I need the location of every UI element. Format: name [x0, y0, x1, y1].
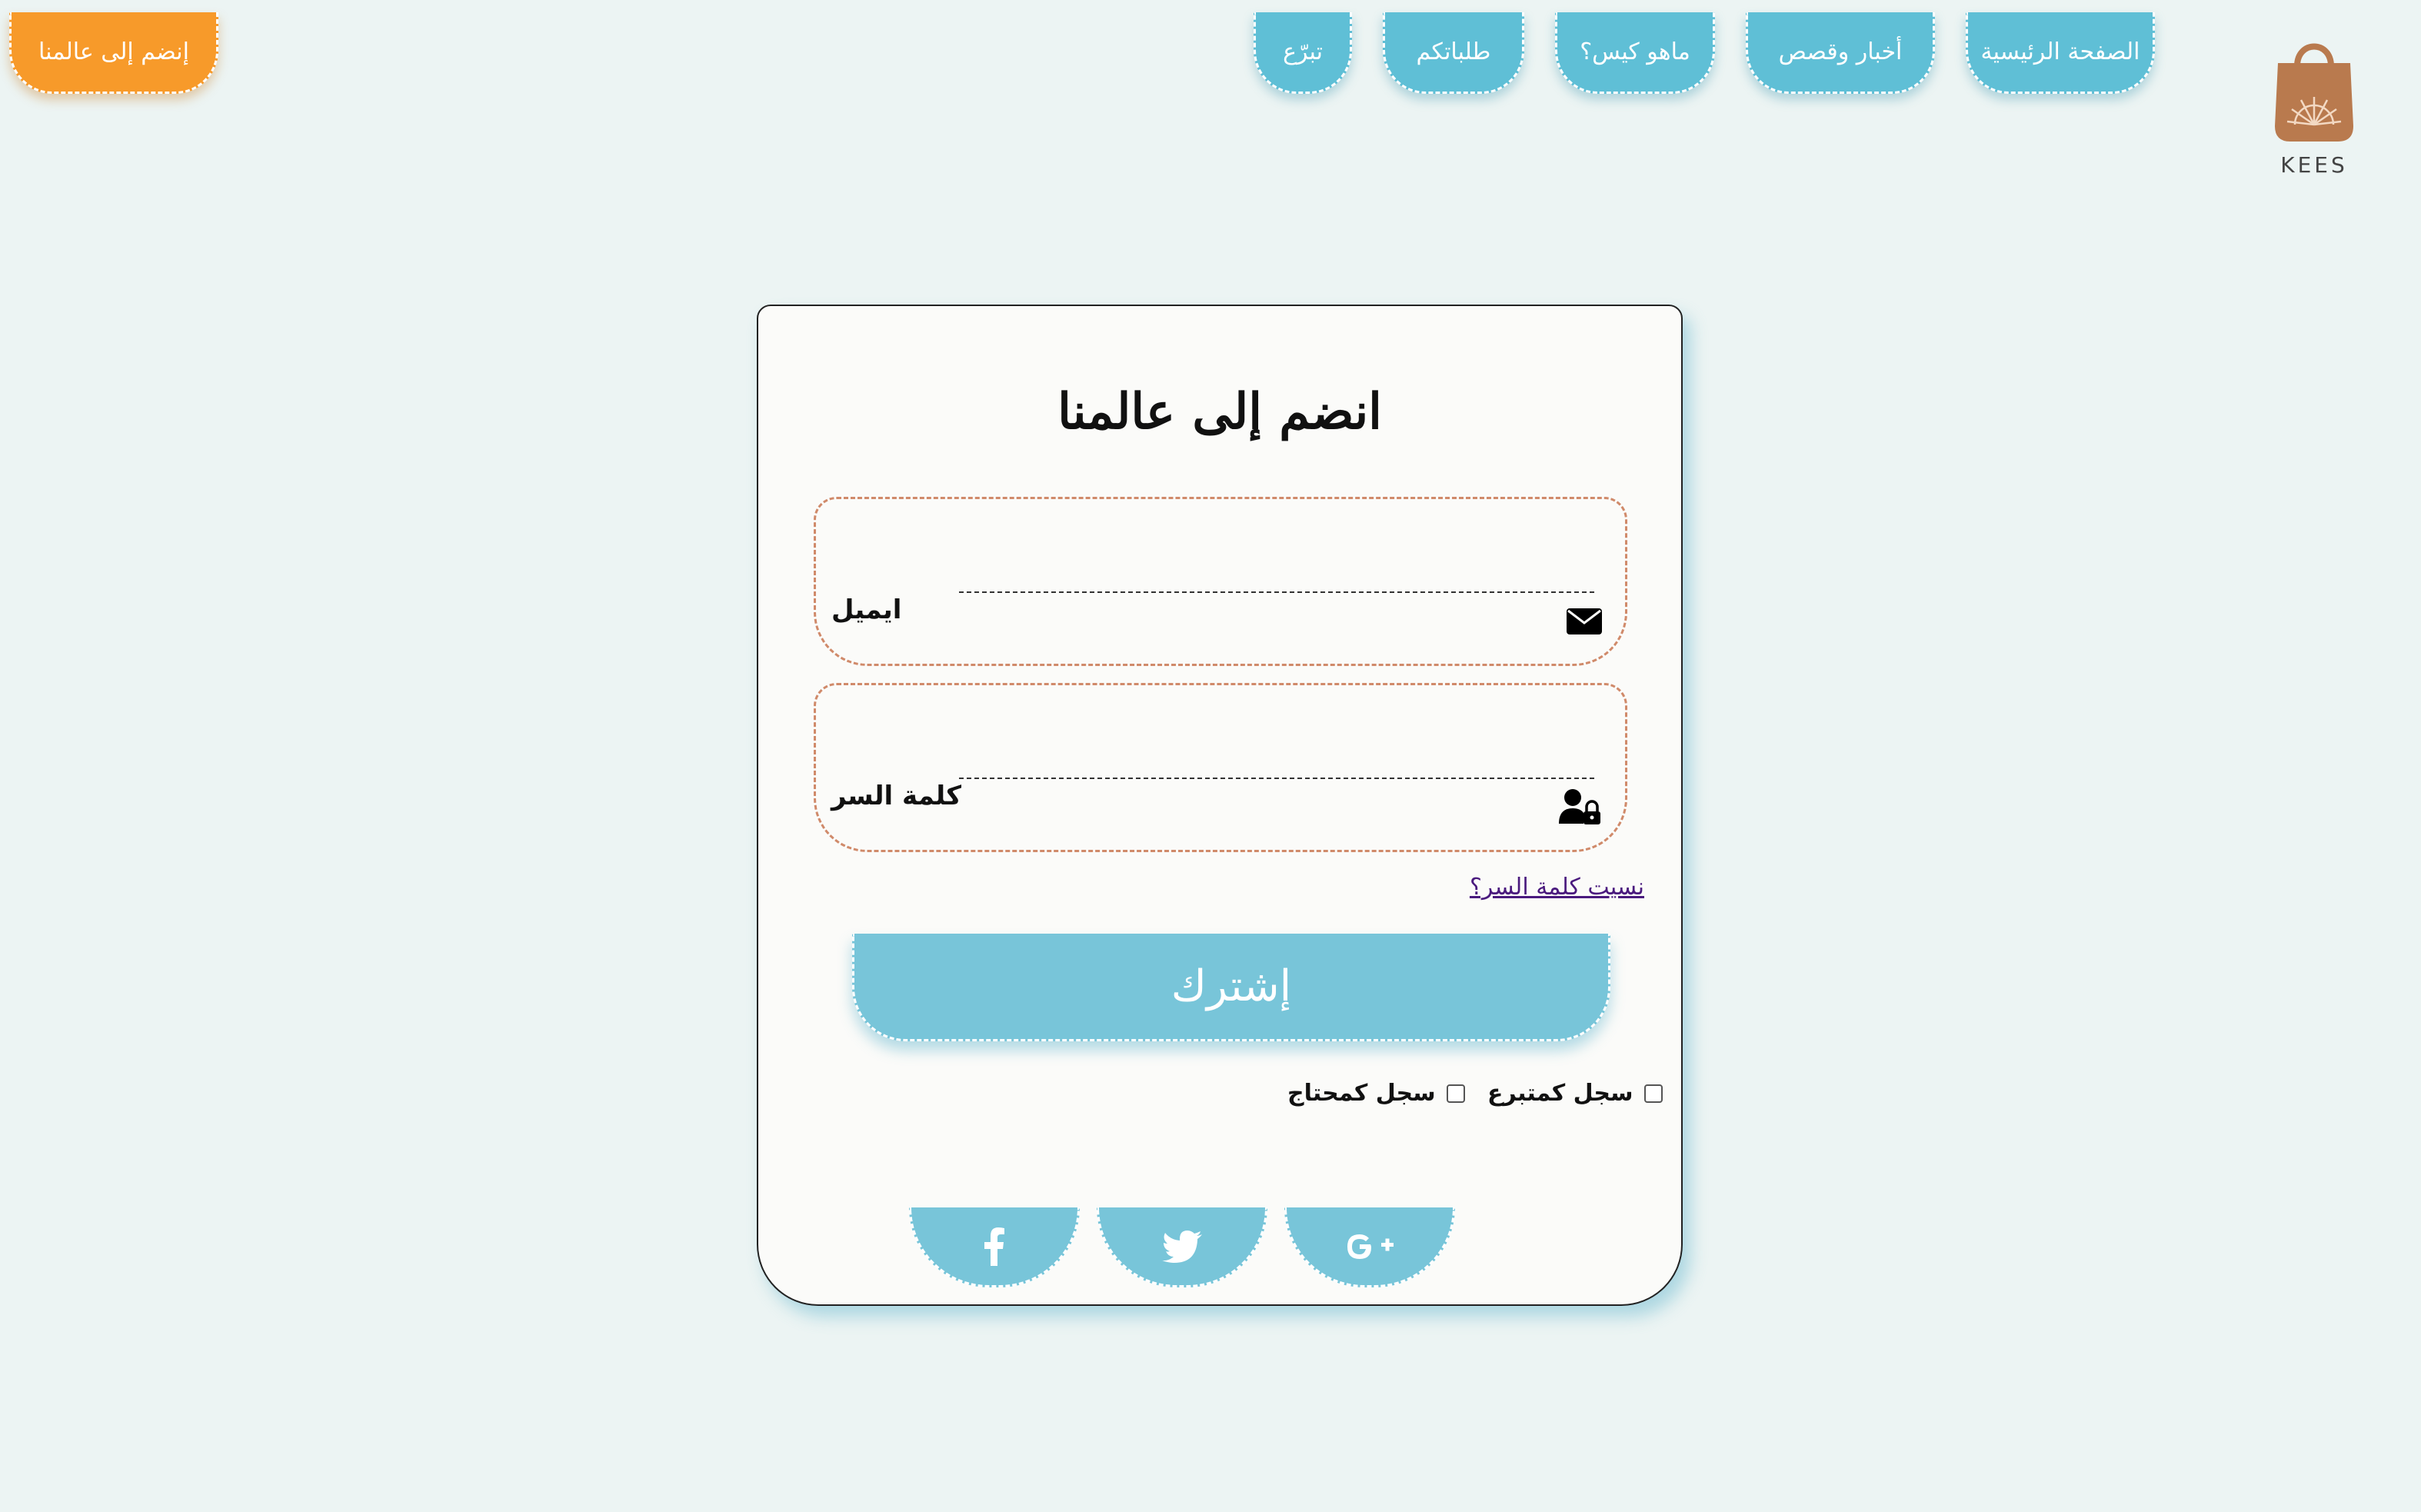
envelope-icon — [1567, 608, 1602, 634]
needy-checkbox[interactable] — [1446, 1084, 1465, 1103]
user-lock-icon — [1559, 789, 1600, 824]
twitter-button[interactable] — [1097, 1207, 1267, 1287]
facebook-icon — [984, 1227, 1004, 1266]
brand-name: KEES — [2280, 152, 2348, 178]
join-button[interactable]: إنضم إلى عالمنا — [9, 12, 218, 94]
page: KEES الصفحة الرئيسية أخبار وقصص ماهو كيس… — [0, 0, 2421, 1512]
facebook-button[interactable] — [909, 1207, 1080, 1287]
email-field: ايميل — [814, 497, 1627, 666]
email-underline — [959, 591, 1594, 593]
donor-checkbox-label: سجل كمتبرع — [1487, 1080, 1633, 1107]
submit-button[interactable]: إشترك — [852, 934, 1610, 1041]
donor-checkbox[interactable] — [1643, 1084, 1663, 1103]
donor-checkbox-row[interactable]: سجل كمتبرع — [1487, 1080, 1663, 1107]
needy-checkbox-row[interactable]: سجل كمحتاج — [1287, 1080, 1465, 1107]
form-title: انضم إلى عالمنا — [1057, 383, 1382, 441]
google-plus-icon — [1347, 1234, 1394, 1259]
email-label: ايميل — [831, 594, 902, 625]
shopping-bag-icon — [2275, 43, 2353, 142]
email-input[interactable] — [959, 538, 1594, 590]
nav-item-home[interactable]: الصفحة الرئيسية — [1966, 12, 2155, 94]
nav-item-donate[interactable]: تبرّع — [1254, 12, 1352, 94]
password-input[interactable] — [959, 724, 1594, 776]
password-underline — [959, 778, 1594, 779]
nav-item-about[interactable]: ماهو كيس؟ — [1555, 12, 1715, 94]
google-plus-button[interactable] — [1284, 1207, 1455, 1287]
forgot-password-link[interactable]: نسيت كلمة السر؟ — [1470, 874, 1644, 901]
password-field: كلمة السر — [814, 683, 1627, 852]
logo[interactable]: KEES — [2266, 34, 2363, 178]
nav-item-news[interactable]: أخبار وقصص — [1746, 12, 1935, 94]
password-label: كلمة السر — [831, 781, 962, 811]
needy-checkbox-label: سجل كمحتاج — [1287, 1080, 1436, 1107]
twitter-icon — [1162, 1230, 1202, 1263]
nav-item-requests[interactable]: طلباتكم — [1383, 12, 1524, 94]
signup-card: انضم إلى عالمنا ايميل كلمة السر نسيت كلم… — [757, 305, 1683, 1306]
